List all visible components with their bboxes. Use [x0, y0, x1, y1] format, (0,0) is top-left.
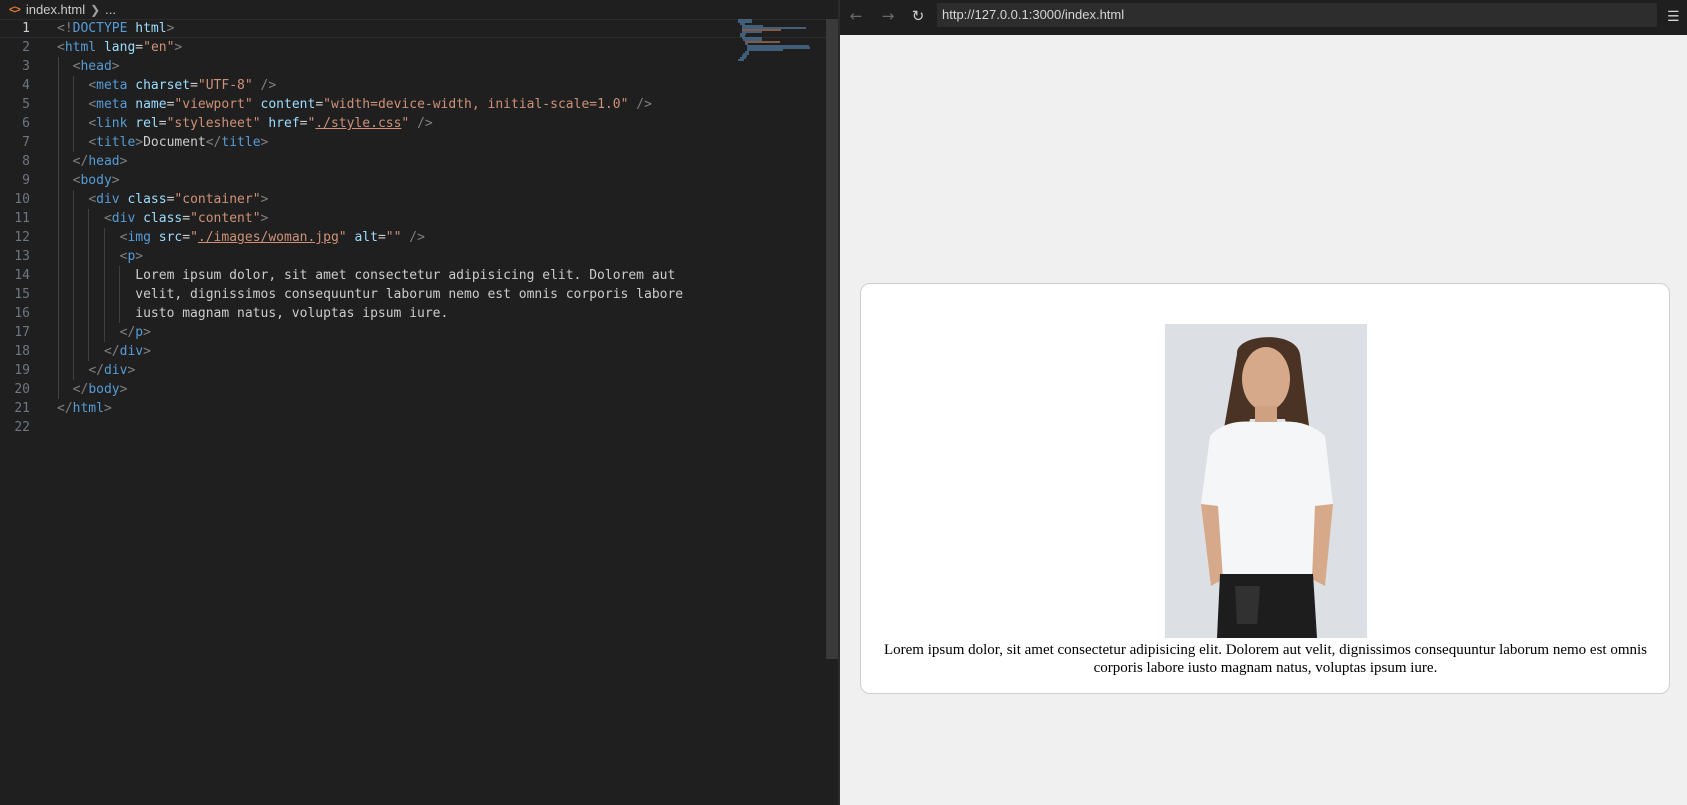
code-text[interactable]: <meta name="viewport" content="width=dev…	[57, 95, 652, 114]
line-number: 4	[22, 78, 30, 93]
line-number: 6	[22, 116, 30, 131]
arrow-right-icon[interactable]: →	[877, 6, 899, 26]
code-text[interactable]: </div>	[57, 361, 135, 380]
code-line[interactable]: 20 </body>	[0, 380, 826, 399]
breadcrumb-file[interactable]: index.html	[26, 2, 85, 17]
line-number: 5	[22, 97, 30, 112]
code-line[interactable]: 17 </p>	[0, 323, 826, 342]
browser-preview: ← → ↻ http://127.0.0.1:3000/index.html ☰…	[840, 0, 1687, 805]
line-number: 12	[14, 230, 30, 245]
line-number: 8	[22, 154, 30, 169]
code-text[interactable]: Lorem ipsum dolor, sit amet consectetur …	[57, 266, 675, 285]
code-text[interactable]: <body>	[57, 171, 120, 190]
code-text[interactable]: <meta charset="UTF-8" />	[57, 76, 276, 95]
minimap-line	[745, 41, 781, 43]
line-number: 14	[14, 268, 30, 283]
code-text[interactable]: iusto magnam natus, voluptas ipsum iure.	[57, 304, 448, 323]
code-line[interactable]: 21 </html>	[0, 399, 826, 418]
editor-scrollbar[interactable]	[826, 19, 838, 659]
code-line[interactable]: 14 Lorem ipsum dolor, sit amet consectet…	[0, 266, 826, 285]
lorem-paragraph: Lorem ipsum dolor, sit amet consectetur …	[883, 642, 1648, 676]
code-line[interactable]: 7 <title>Document</title>	[0, 133, 826, 152]
browser-toolbar: ← → ↻ http://127.0.0.1:3000/index.html ☰	[840, 0, 1687, 35]
code-line[interactable]: 15 velit, dignissimos consequuntur labor…	[0, 285, 826, 304]
line-number: 2	[22, 40, 30, 55]
code-line[interactable]: 22	[0, 418, 826, 437]
line-number: 11	[14, 211, 30, 226]
breadcrumb-tail[interactable]: ...	[105, 2, 116, 17]
code-text[interactable]: <img src="./images/woman.jpg" alt="" />	[57, 228, 425, 247]
line-number: 19	[14, 363, 30, 378]
code-text[interactable]: </p>	[57, 323, 151, 342]
code-line[interactable]: 13 <p>	[0, 247, 826, 266]
code-text[interactable]: <div class="container">	[57, 190, 268, 209]
code-line[interactable]: 16 iusto magnam natus, voluptas ipsum iu…	[0, 304, 826, 323]
code-editor[interactable]: <> index.html ❯ ... 1 <!DOCTYPE html> 2 <ht…	[0, 0, 838, 805]
code-text[interactable]: velit, dignissimos consequuntur laborum …	[57, 285, 683, 304]
line-number: 16	[14, 306, 30, 321]
line-number: 17	[14, 325, 30, 340]
line-number: 20	[14, 382, 30, 397]
code-text[interactable]: <html lang="en">	[57, 38, 182, 57]
code-line[interactable]: 18 </div>	[0, 342, 826, 361]
line-number: 18	[14, 344, 30, 359]
reload-icon[interactable]: ↻	[907, 6, 929, 26]
code-text[interactable]: <!DOCTYPE html>	[57, 19, 174, 38]
address-bar[interactable]: http://127.0.0.1:3000/index.html	[937, 3, 1657, 27]
code-line[interactable]: 10 <div class="container">	[0, 190, 826, 209]
code-text[interactable]: </body>	[57, 380, 128, 399]
line-number: 21	[14, 401, 30, 416]
code-line[interactable]: 11 <div class="content">	[0, 209, 826, 228]
code-line[interactable]: 19 </div>	[0, 361, 826, 380]
line-number: 7	[22, 135, 30, 150]
code-line[interactable]: 4 <meta charset="UTF-8" />	[0, 76, 826, 95]
woman-photo	[1165, 324, 1367, 638]
line-number: 15	[14, 287, 30, 302]
code-text[interactable]: <link rel="stylesheet" href="./style.css…	[57, 114, 432, 133]
line-number: 22	[14, 420, 30, 435]
code-text[interactable]: <p>	[57, 247, 143, 266]
code-line[interactable]: 9 <body>	[0, 171, 826, 190]
code-lines[interactable]: 1 <!DOCTYPE html> 2 <html lang="en"> 3 <head…	[0, 19, 826, 437]
html-file-icon: <>	[9, 3, 21, 16]
content-card: Lorem ipsum dolor, sit amet consectetur …	[860, 283, 1670, 694]
code-text[interactable]: </div>	[57, 342, 151, 361]
line-number: 1	[22, 21, 30, 36]
line-number: 3	[22, 59, 30, 74]
arrow-left-icon[interactable]: ←	[845, 6, 867, 26]
minimap-line	[747, 49, 783, 51]
code-text[interactable]: <title>Document</title>	[57, 133, 268, 152]
breadcrumb[interactable]: <> index.html ❯ ...	[0, 0, 838, 19]
chevron-right-icon: ❯	[90, 2, 101, 17]
code-text[interactable]: </html>	[57, 399, 112, 418]
minimap-line	[738, 59, 745, 61]
line-number: 9	[22, 173, 30, 188]
code-line[interactable]: 3 <head>	[0, 57, 826, 76]
code-text[interactable]: <head>	[57, 57, 120, 76]
code-line[interactable]: 6 <link rel="stylesheet" href="./style.c…	[0, 114, 826, 133]
line-number: 13	[14, 249, 30, 264]
minimap[interactable]	[738, 19, 820, 61]
code-text[interactable]: <div class="content">	[57, 209, 268, 228]
code-line[interactable]: 12 <img src="./images/woman.jpg" alt="" …	[0, 228, 826, 247]
hamburger-menu-icon[interactable]: ☰	[1667, 7, 1681, 27]
code-line[interactable]: 8 </head>	[0, 152, 826, 171]
code-line[interactable]: 5 <meta name="viewport" content="width=d…	[0, 95, 826, 114]
code-text[interactable]: </head>	[57, 152, 128, 171]
line-number: 10	[14, 192, 30, 207]
code-line[interactable]: 1 <!DOCTYPE html>	[0, 19, 826, 38]
code-line[interactable]: 2 <html lang="en">	[0, 38, 826, 57]
